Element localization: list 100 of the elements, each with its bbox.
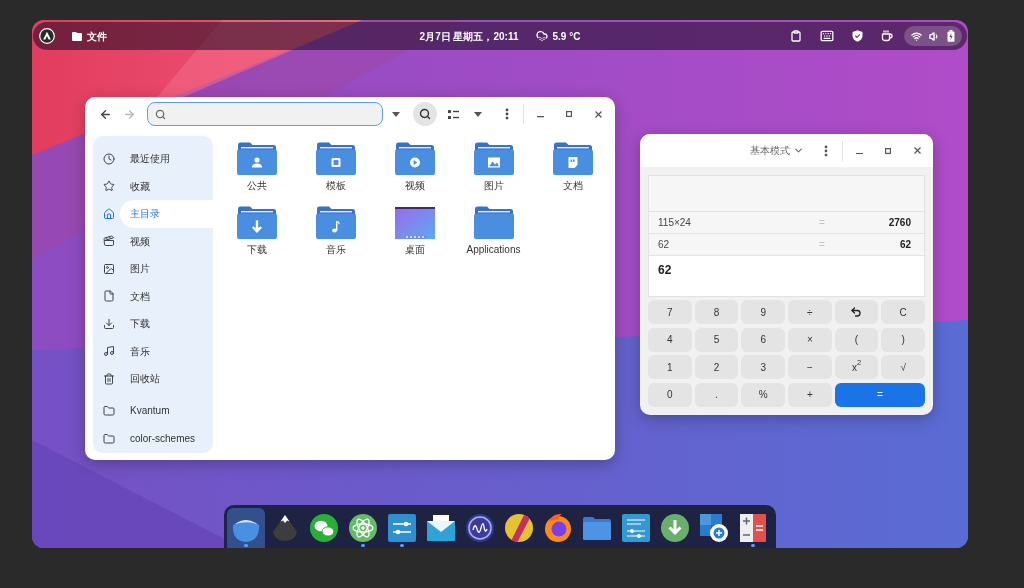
image-folder-icon (473, 142, 514, 175)
sidebar-item[interactable]: color-schemes (120, 424, 213, 453)
file-item[interactable]: 视频 (375, 142, 454, 194)
calculator-key[interactable]: + (788, 382, 832, 407)
search-icon (155, 108, 166, 120)
calculator-key[interactable]: 8 (694, 300, 739, 324)
calculator-key[interactable]: 2 (694, 355, 739, 379)
sidebar-item[interactable]: 视频 (120, 227, 213, 255)
close-icon[interactable] (913, 147, 921, 154)
template-folder-icon (315, 142, 356, 175)
sidebar-item[interactable]: 收藏 (120, 172, 213, 200)
calculator-icon (738, 513, 768, 543)
envelope-icon (426, 513, 456, 543)
atom-icon (348, 513, 378, 543)
tile-plus-icon (699, 513, 729, 543)
calculator-key[interactable]: ) (881, 327, 925, 352)
calculator-key[interactable]: 6 (741, 327, 785, 352)
calculator-key[interactable]: ÷ (788, 300, 832, 324)
chat-bubbles-icon (309, 513, 339, 543)
maximize-icon[interactable] (566, 111, 572, 117)
desktop-thumbnail-icon (394, 206, 435, 239)
entry-field[interactable]: 62 (649, 255, 924, 296)
calculator-key[interactable]: x$^{2}$ (834, 355, 879, 379)
clock[interactable]: 2月7日 星期五，20:11 (419, 28, 519, 44)
calculator-key[interactable]: 5 (694, 327, 739, 352)
slider-panel-icon (621, 513, 651, 543)
result-text: 2760 (887, 216, 911, 230)
calculator-key[interactable]: . (694, 382, 739, 407)
logo-icon[interactable] (39, 28, 55, 44)
calculator-key[interactable]: 3 (741, 355, 785, 379)
file-item[interactable]: 模板 (296, 142, 375, 194)
download-icon (660, 513, 690, 543)
chevron-down-icon (793, 145, 804, 156)
caret-down-icon[interactable] (474, 111, 482, 117)
calculator-key[interactable]: ( (834, 327, 879, 352)
minimize-icon[interactable] (855, 152, 863, 155)
document-icon (103, 290, 115, 303)
system-status-menu[interactable] (904, 26, 962, 46)
file-item[interactable]: Applications (454, 206, 533, 258)
app-menu[interactable]: 文件 (72, 28, 107, 44)
keyboard-icon[interactable] (820, 29, 834, 43)
star-icon (103, 180, 115, 193)
shield-icon[interactable] (852, 30, 863, 42)
play-folder-icon (394, 142, 435, 175)
music-note-icon (103, 345, 115, 358)
caret-down-icon[interactable] (392, 111, 400, 117)
folder-icon (473, 206, 514, 239)
sidebar-item[interactable]: 主目录 (120, 200, 213, 228)
minimize-icon[interactable] (536, 116, 544, 118)
sidebar-item[interactable]: 最近使用 (120, 145, 213, 173)
sidebar-item[interactable]: 音乐 (120, 337, 213, 365)
music-folder-icon (315, 206, 356, 239)
file-item[interactable]: 音乐 (296, 206, 375, 258)
download-folder-icon (236, 206, 277, 239)
result-text: 62 (898, 238, 911, 252)
calculator-key[interactable]: % (741, 382, 785, 407)
calculator-key[interactable]: 0 (648, 382, 692, 407)
home-icon (103, 207, 115, 220)
striped-ball-icon (504, 513, 534, 543)
sliders-icon (387, 513, 417, 543)
undo-key[interactable] (834, 300, 879, 324)
sidebar-item[interactable]: 文档 (120, 282, 213, 310)
weather-indicator[interactable]: 5.9 °C (535, 28, 581, 44)
equals-sign: = (818, 238, 826, 252)
calculator-key[interactable]: − (788, 355, 832, 379)
file-item[interactable]: 桌面 (375, 206, 454, 258)
document-folder-icon (552, 142, 593, 175)
calculator-key[interactable]: 7 (648, 300, 692, 324)
sidebar-item[interactable]: 下载 (120, 310, 213, 338)
file-item[interactable]: 公共 (217, 142, 296, 194)
mountain-icon (270, 513, 300, 543)
download-icon (103, 317, 115, 330)
flame-globe-icon (543, 513, 573, 543)
file-item[interactable]: 图片 (454, 142, 533, 194)
sidebar-item[interactable]: 图片 (120, 255, 213, 283)
search-field[interactable] (147, 102, 383, 126)
file-item[interactable]: 下载 (217, 206, 296, 258)
calculator-key[interactable]: 1 (648, 355, 692, 379)
wifi-icon (911, 30, 922, 42)
wave-circle-icon (465, 513, 495, 543)
sidebar-item[interactable]: 回收站 (120, 365, 213, 393)
file-item[interactable]: 文档 (533, 142, 612, 194)
calculator-key[interactable]: C (881, 300, 925, 324)
close-icon[interactable] (594, 110, 602, 118)
calculator-key[interactable]: × (788, 327, 832, 352)
list-view-icon[interactable] (447, 109, 459, 119)
maximize-icon[interactable] (885, 147, 891, 154)
calculator-key[interactable]: √ (881, 355, 925, 379)
calculator-key[interactable]: 4 (648, 327, 692, 352)
equals-key[interactable]: = (834, 382, 925, 407)
calculator-key[interactable]: 9 (741, 300, 785, 324)
back-arrow-icon[interactable] (98, 107, 112, 121)
mode-dropdown[interactable]: 基本模式 (744, 139, 810, 162)
search-button[interactable] (413, 102, 437, 126)
folder-icon (103, 432, 115, 445)
cloud-snow-icon (535, 30, 548, 42)
equals-sign: = (818, 216, 826, 230)
sidebar-item[interactable]: Kvantum (120, 396, 213, 425)
cup-icon[interactable] (881, 30, 893, 42)
clipboard-icon[interactable] (790, 30, 802, 42)
